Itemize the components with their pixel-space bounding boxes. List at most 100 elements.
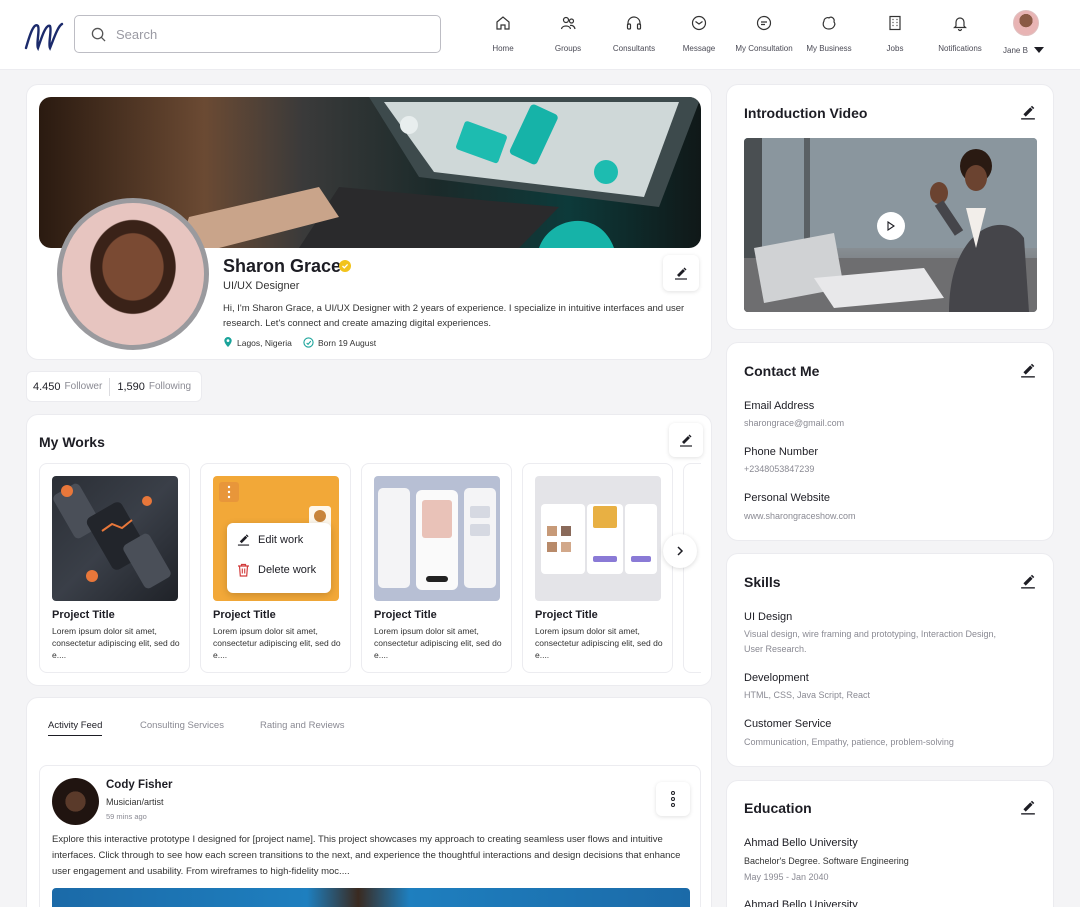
edit-works-button[interactable] bbox=[669, 423, 703, 457]
profile-role: UI/UX Designer bbox=[223, 280, 300, 292]
intro-video-title: Introduction Video bbox=[744, 105, 868, 121]
search-input[interactable] bbox=[116, 26, 416, 42]
profile-photo[interactable] bbox=[57, 198, 209, 350]
work-title: Project Title bbox=[52, 609, 115, 621]
email-value[interactable]: sharongrace@gmail.com bbox=[744, 416, 1014, 431]
skill-description: HTML, CSS, Java Script, React bbox=[744, 690, 871, 700]
skills-title: Skills bbox=[744, 574, 781, 590]
phone-label: Phone Number bbox=[744, 446, 818, 458]
top-navigation-bar: Home Groups Consultants Message My Consu… bbox=[0, 0, 1080, 70]
location-pin-icon bbox=[224, 337, 232, 348]
activity-card: Activity Feed Consulting Services Rating… bbox=[26, 697, 712, 907]
post-options-button[interactable] bbox=[656, 782, 690, 816]
following-label[interactable]: Following bbox=[149, 381, 191, 392]
pen-icon bbox=[237, 534, 250, 546]
following-count[interactable]: 1,590 bbox=[117, 381, 145, 393]
tab-rating-and-reviews[interactable]: Rating and Reviews bbox=[260, 720, 345, 735]
skill-name: Customer Service bbox=[744, 718, 832, 730]
education-title: Education bbox=[744, 800, 812, 816]
brand-logo[interactable] bbox=[22, 14, 66, 54]
activity-post: Cody Fisher Musician/artist 59 mins ago … bbox=[39, 765, 701, 907]
post-text: Explore this interactive prototype I des… bbox=[52, 834, 681, 877]
work-title: Project Title bbox=[213, 609, 276, 621]
skill-name: Development bbox=[744, 672, 809, 684]
work-description: Lorem ipsum dolor sit amet, consectetur … bbox=[535, 626, 663, 660]
chevron-down-icon[interactable] bbox=[1034, 47, 1044, 53]
website-label: Personal Website bbox=[744, 492, 831, 504]
headset-icon bbox=[626, 16, 642, 30]
work-thumbnail[interactable]: Edit work Delete work bbox=[213, 476, 339, 601]
message-icon bbox=[691, 15, 707, 31]
nav-notifications[interactable]: Notifications bbox=[925, 14, 995, 53]
work-thumbnail[interactable] bbox=[52, 476, 178, 601]
work-title: Project Title bbox=[535, 609, 598, 621]
work-title: Project Title bbox=[374, 609, 437, 621]
work-context-menu: Edit work Delete work bbox=[227, 523, 331, 593]
education-degree: Bachelor's Degree. Software Engineering bbox=[744, 856, 909, 866]
post-author-name[interactable]: Cody Fisher bbox=[106, 779, 172, 791]
play-button[interactable] bbox=[877, 212, 905, 240]
my-works-card: My Works Project Title Lorem ipsum dolor… bbox=[26, 414, 712, 686]
delete-work-menu-item[interactable]: Delete work bbox=[237, 563, 316, 577]
nav-my-business-label: My Business bbox=[806, 44, 852, 53]
profile-birthday-text: Born 19 August bbox=[318, 337, 377, 348]
skill-name: UI Design bbox=[744, 611, 793, 623]
intro-video-card: Introduction Video bbox=[726, 84, 1054, 330]
work-description: Lorem ipsum dolor sit amet, consectetur … bbox=[374, 626, 502, 660]
follow-stats: 4.450 Follower 1,590 Following bbox=[26, 371, 202, 402]
groups-icon bbox=[560, 16, 576, 30]
website-value[interactable]: www.sharongraceshow.com bbox=[744, 509, 1014, 524]
email-label: Email Address bbox=[744, 400, 815, 412]
nav-jobs-label: Jobs bbox=[886, 44, 904, 53]
works-next-button[interactable] bbox=[663, 534, 697, 568]
nav-groups[interactable]: Groups bbox=[533, 14, 603, 53]
nav-my-consultation-label: My Consultation bbox=[735, 44, 793, 53]
follow-divider bbox=[109, 377, 111, 396]
nav-jobs[interactable]: Jobs bbox=[860, 14, 930, 53]
edit-skills-icon[interactable] bbox=[1020, 573, 1036, 589]
post-timestamp: 59 mins ago bbox=[106, 812, 147, 821]
edit-profile-button[interactable] bbox=[663, 255, 699, 291]
verified-badge-icon bbox=[339, 260, 351, 272]
work-thumbnail-art bbox=[53, 483, 171, 589]
nav-home[interactable]: Home bbox=[468, 14, 538, 53]
tab-consulting-services[interactable]: Consulting Services bbox=[140, 720, 224, 735]
work-card[interactable]: Edit work Delete work Project Title Lore… bbox=[200, 463, 351, 673]
search-icon bbox=[91, 27, 106, 42]
profile-name: Sharon Grace bbox=[223, 256, 342, 276]
chevron-right-icon bbox=[677, 546, 684, 556]
work-card-partial[interactable] bbox=[683, 463, 701, 673]
pen-icon bbox=[680, 434, 692, 447]
intro-video-player[interactable] bbox=[744, 138, 1037, 312]
edit-education-icon[interactable] bbox=[1020, 799, 1036, 815]
work-thumbnail[interactable] bbox=[374, 476, 500, 601]
nav-consultants[interactable]: Consultants bbox=[599, 14, 669, 53]
followers-count[interactable]: 4.450 bbox=[33, 381, 61, 393]
nav-my-business[interactable]: My Business bbox=[794, 14, 864, 53]
user-name[interactable]: Jane B bbox=[1003, 46, 1028, 55]
nav-my-consultation[interactable]: My Consultation bbox=[729, 14, 799, 53]
post-image[interactable] bbox=[52, 888, 690, 907]
search-bar[interactable] bbox=[74, 15, 441, 53]
work-card[interactable]: Project Title Lorem ipsum dolor sit amet… bbox=[522, 463, 673, 673]
followers-label[interactable]: Follower bbox=[65, 381, 103, 392]
birthday-icon bbox=[303, 337, 314, 348]
delete-work-label: Delete work bbox=[258, 564, 317, 576]
bell-icon bbox=[953, 17, 967, 32]
tab-activity-feed[interactable]: Activity Feed bbox=[48, 720, 103, 736]
consultation-icon bbox=[756, 15, 772, 31]
edit-contact-icon[interactable] bbox=[1020, 362, 1036, 378]
edit-work-menu-item[interactable]: Edit work bbox=[237, 533, 303, 546]
play-icon bbox=[887, 221, 895, 231]
work-thumbnail-art bbox=[378, 488, 496, 590]
work-card[interactable]: Project Title Lorem ipsum dolor sit amet… bbox=[361, 463, 512, 673]
work-card[interactable]: Project Title Lorem ipsum dolor sit amet… bbox=[39, 463, 190, 673]
nav-message[interactable]: Message bbox=[664, 14, 734, 53]
profile-card: Sharon Grace UI/UX Designer Hi, I'm Shar… bbox=[26, 84, 712, 360]
work-thumbnail[interactable] bbox=[535, 476, 661, 601]
edit-intro-video-icon[interactable] bbox=[1020, 104, 1036, 120]
education-school: Ahmad Bello University bbox=[744, 899, 858, 907]
post-author-avatar[interactable] bbox=[52, 778, 99, 825]
phone-value[interactable]: +2348053847239 bbox=[744, 462, 1014, 477]
user-avatar[interactable] bbox=[1013, 10, 1039, 36]
